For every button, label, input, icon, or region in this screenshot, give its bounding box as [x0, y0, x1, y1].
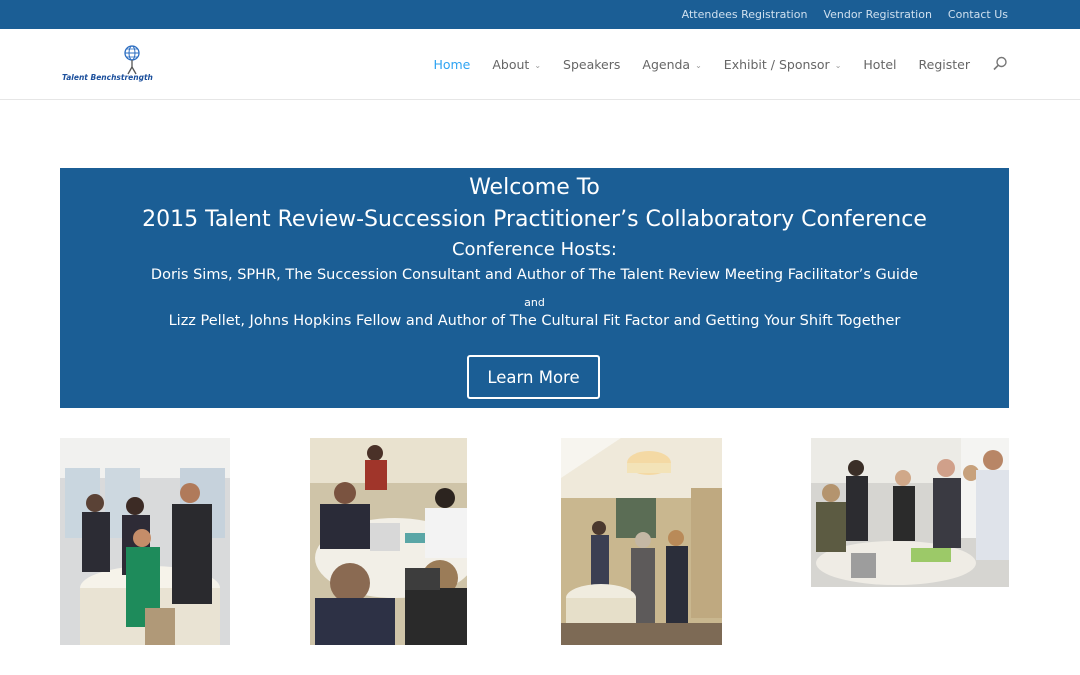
chevron-down-icon: ⌄: [695, 60, 702, 70]
nav-register-label: Register: [918, 56, 970, 72]
learn-more-button[interactable]: Learn More: [467, 355, 600, 399]
vendor-registration-link[interactable]: Vendor Registration: [823, 8, 931, 21]
conference-photo-2[interactable]: [310, 438, 467, 645]
nav-exhibit-sponsor[interactable]: Exhibit / Sponsor ⌄: [724, 57, 842, 72]
nav-exhibit-sponsor-label: Exhibit / Sponsor: [723, 56, 830, 72]
nav-about[interactable]: About ⌄: [492, 57, 541, 72]
top-links: Attendees Registration Vendor Registrati…: [682, 0, 1008, 29]
site-header: Talent Benchstrength Home About ⌄ Speaker…: [0, 29, 1080, 100]
welcome-heading: Welcome To: [469, 175, 600, 200]
nav-home-label: Home: [433, 56, 471, 72]
globe-figure-icon: [124, 45, 140, 75]
conference-title: 2015 Talent Review-Succession Practition…: [142, 207, 927, 232]
nav-agenda-label: Agenda: [642, 56, 691, 72]
chevron-down-icon: ⌄: [534, 60, 542, 70]
top-bar: Attendees Registration Vendor Registrati…: [0, 0, 1080, 29]
contact-us-link[interactable]: Contact Us: [948, 8, 1008, 21]
search-icon[interactable]: [992, 56, 1008, 72]
nav-home[interactable]: Home: [433, 57, 470, 72]
host-lizz-pellet: Lizz Pellet, Johns Hopkins Fellow and Au…: [168, 313, 901, 329]
conference-photo-1[interactable]: [60, 438, 230, 645]
main-nav: Home About ⌄ Speakers Agenda ⌄ Exhibit / S…: [433, 29, 1008, 99]
hosts-heading: Conference Hosts:: [451, 239, 617, 260]
welcome-banner: Welcome To 2015 Talent Review-Succession…: [60, 168, 1009, 408]
nav-hotel-label: Hotel: [863, 56, 897, 72]
conference-photo-4[interactable]: [811, 438, 1009, 587]
chevron-down-icon: ⌄: [834, 60, 842, 70]
conference-photo-3[interactable]: [561, 438, 722, 645]
nav-register[interactable]: Register: [919, 57, 970, 72]
host-doris-sims: Doris Sims, SPHR, The Succession Consult…: [150, 267, 919, 283]
attendees-registration-link[interactable]: Attendees Registration: [682, 8, 808, 21]
nav-hotel[interactable]: Hotel: [863, 57, 896, 72]
logo[interactable]: Talent Benchstrength: [62, 45, 156, 83]
nav-speakers-label: Speakers: [563, 56, 621, 72]
nav-speakers[interactable]: Speakers: [563, 57, 620, 72]
logo-text: Talent Benchstrength: [62, 73, 153, 82]
nav-agenda[interactable]: Agenda ⌄: [642, 57, 701, 72]
and-separator: and: [524, 296, 545, 309]
nav-about-label: About: [492, 56, 530, 72]
